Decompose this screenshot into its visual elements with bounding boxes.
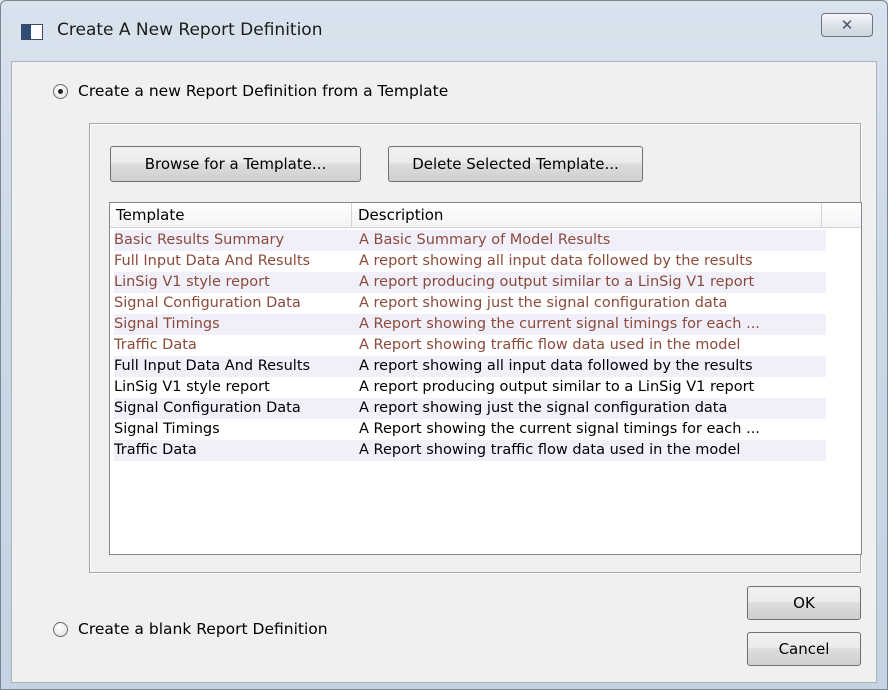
blank-label[interactable]: Create a blank Report Definition xyxy=(78,620,328,638)
template-description: A Basic Summary of Model Results xyxy=(359,232,611,248)
template-description: A report producing output similar to a L… xyxy=(359,274,755,290)
template-description: A Report showing traffic flow data used … xyxy=(359,337,741,353)
template-description: A report showing just the signal configu… xyxy=(359,295,728,311)
title-bar[interactable]: Create A New Report Definition ✕ xyxy=(1,1,887,61)
template-description: A report showing all input data followed… xyxy=(359,253,753,269)
template-name: LinSig V1 style report xyxy=(114,379,270,395)
list-item[interactable]: Basic Results Summary A Basic Summary of … xyxy=(114,230,826,251)
from-template-radio[interactable] xyxy=(53,83,68,99)
template-description: A Report showing the current signal timi… xyxy=(359,316,760,332)
template-name: Basic Results Summary xyxy=(114,232,285,248)
option-from-template[interactable]: Create a new Report Definition from a Te… xyxy=(53,82,448,100)
list-item[interactable]: Full Input Data And Results A report show… xyxy=(114,356,826,377)
window-icon xyxy=(21,24,43,40)
column-header-description[interactable]: Description xyxy=(352,203,822,227)
template-description: A report showing all input data followed… xyxy=(359,358,753,374)
cancel-button[interactable]: Cancel xyxy=(747,632,861,666)
blank-radio[interactable] xyxy=(53,621,68,637)
template-name: Full Input Data And Results xyxy=(114,253,311,269)
delete-template-button[interactable]: Delete Selected Template... xyxy=(388,146,643,182)
template-name: Signal Timings xyxy=(114,316,220,332)
list-item[interactable]: Signal Configuration Data A report showin… xyxy=(114,293,826,314)
list-header: Template Description xyxy=(110,203,861,228)
list-item[interactable]: Signal Timings A Report showing the curre… xyxy=(114,314,826,335)
close-icon: ✕ xyxy=(840,16,854,34)
template-name: LinSig V1 style report xyxy=(114,274,270,290)
list-item[interactable]: LinSig V1 style report A report producing… xyxy=(114,377,826,398)
ok-button[interactable]: OK xyxy=(747,586,861,620)
template-name: Full Input Data And Results xyxy=(114,358,311,374)
list-item[interactable]: LinSig V1 style report A report producing… xyxy=(114,272,826,293)
window-title: Create A New Report Definition xyxy=(57,20,323,40)
template-name: Signal Configuration Data xyxy=(114,295,301,311)
template-name: Traffic Data xyxy=(114,442,197,458)
list-item[interactable]: Signal Timings A Report showing the curre… xyxy=(114,419,826,440)
browse-template-button[interactable]: Browse for a Template... xyxy=(110,146,361,182)
template-name: Signal Timings xyxy=(114,421,220,437)
dialog-window: Create A New Report Definition ✕ Create … xyxy=(0,0,888,690)
template-name: Traffic Data xyxy=(114,337,197,353)
template-description: A report showing just the signal configu… xyxy=(359,400,728,416)
list-item[interactable]: Traffic Data A Report showing traffic flo… xyxy=(114,440,826,461)
list-item[interactable]: Traffic Data A Report showing traffic flo… xyxy=(114,335,826,356)
close-button[interactable]: ✕ xyxy=(821,13,873,37)
list-rows: Basic Results Summary A Basic Summary of … xyxy=(114,230,826,461)
column-header-template[interactable]: Template xyxy=(110,203,352,227)
template-name: Signal Configuration Data xyxy=(114,400,301,416)
option-blank[interactable]: Create a blank Report Definition xyxy=(53,620,328,638)
template-list[interactable]: Template Description Basic Results Summa… xyxy=(109,202,862,555)
dialog-client-area: Create a new Report Definition from a Te… xyxy=(11,61,877,683)
template-description: A Report showing traffic flow data used … xyxy=(359,442,741,458)
template-description: A report producing output similar to a L… xyxy=(359,379,755,395)
list-item[interactable]: Full Input Data And Results A report show… xyxy=(114,251,826,272)
template-description: A Report showing the current signal timi… xyxy=(359,421,760,437)
from-template-label[interactable]: Create a new Report Definition from a Te… xyxy=(78,82,448,100)
list-item[interactable]: Signal Configuration Data A report showin… xyxy=(114,398,826,419)
